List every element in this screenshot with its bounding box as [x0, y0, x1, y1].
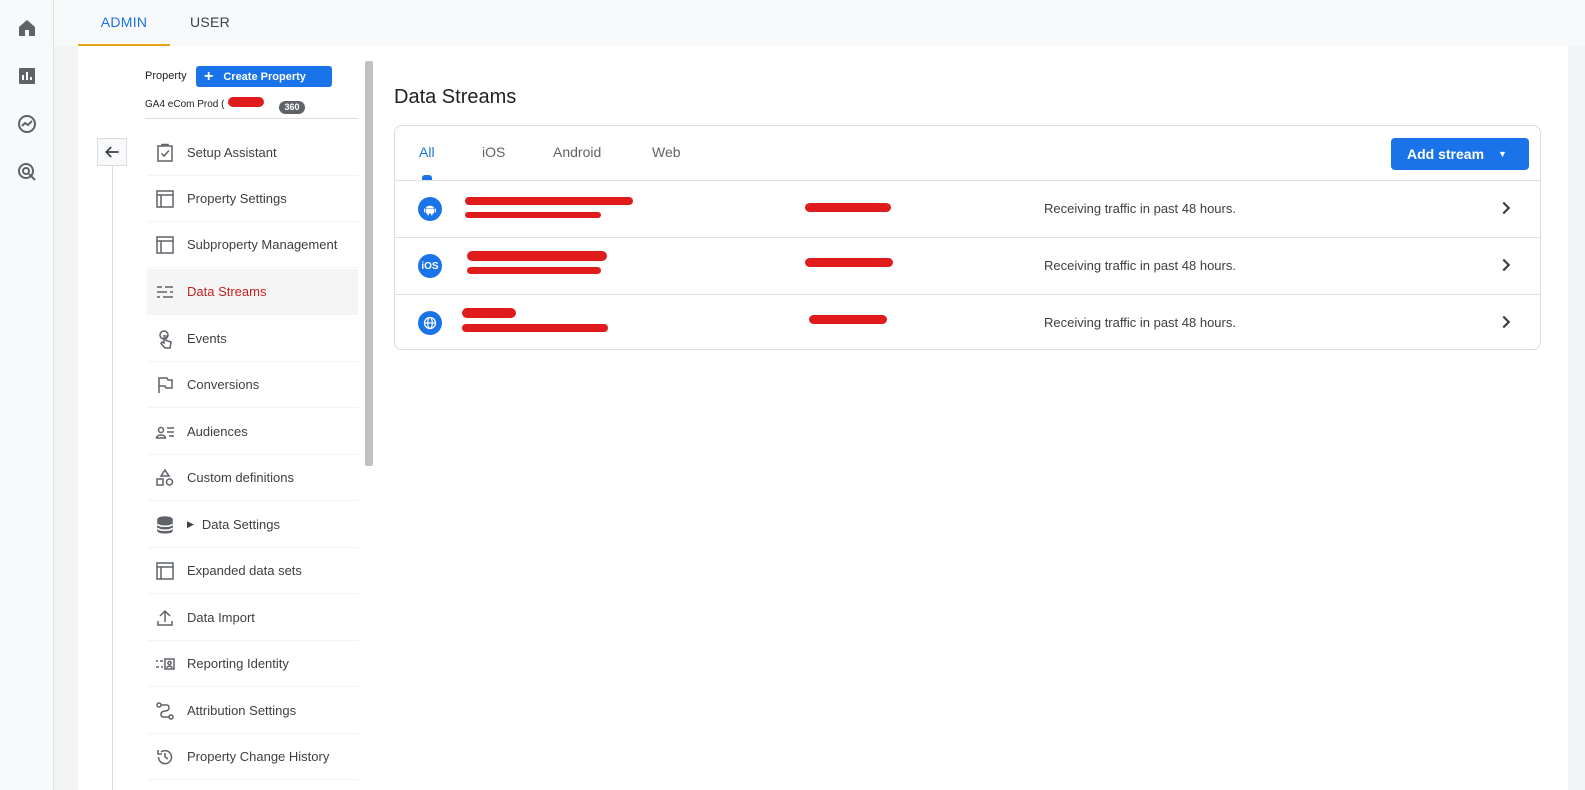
chevron-right-icon[interactable]	[1495, 254, 1517, 276]
history-icon	[155, 747, 175, 767]
panel-icon	[155, 189, 175, 209]
nav-reporting-identity[interactable]: Reporting Identity	[147, 641, 358, 687]
web-globe-icon	[418, 311, 442, 335]
nav-data-import[interactable]: Data Import	[147, 595, 358, 641]
nav-attribution-settings[interactable]: Attribution Settings	[147, 688, 358, 734]
create-property-label: Create Property	[223, 70, 306, 83]
tab-user[interactable]: USER	[170, 0, 250, 46]
redacted-stream-value	[809, 315, 887, 324]
tab-admin[interactable]: ADMIN	[78, 0, 170, 46]
property-badge-360: 360	[279, 101, 305, 114]
nav-subproperty-management[interactable]: Subproperty Management	[147, 222, 358, 268]
nav-setup-assistant[interactable]: Setup Assistant	[147, 130, 358, 176]
nav-events[interactable]: Events	[147, 316, 358, 362]
touch-icon	[155, 329, 175, 349]
tab-android[interactable]: Android	[553, 144, 601, 160]
add-stream-label: Add stream	[1407, 146, 1485, 162]
chevron-right-icon[interactable]	[1495, 311, 1517, 333]
redaction-mark	[228, 97, 264, 107]
nav-audiences[interactable]: Audiences	[147, 409, 358, 455]
nav-label: Events	[187, 331, 227, 346]
redacted-stream-id	[467, 267, 601, 274]
redacted-stream-name	[465, 197, 633, 205]
database-icon	[155, 515, 175, 535]
nav-label: Attribution Settings	[187, 703, 297, 718]
top-tabs: ADMIN USER	[54, 0, 1585, 46]
stream-row-web[interactable]: Receiving traffic in past 48 hours.	[395, 295, 1540, 351]
tab-web[interactable]: Web	[652, 144, 681, 160]
nav-conversions[interactable]: Conversions	[147, 362, 358, 408]
redacted-stream-value	[805, 203, 891, 212]
data-streams-card: All iOS Android Web Add stream ▼ Receivi…	[394, 125, 1541, 350]
redacted-stream-id	[465, 212, 601, 218]
page-title: Data Streams	[394, 86, 517, 108]
nav-label: Conversions	[187, 377, 260, 392]
nav-label: Property Settings	[187, 191, 287, 206]
nav-data-settings[interactable]: ▶ Data Settings	[147, 502, 358, 548]
explore-icon[interactable]	[15, 112, 39, 136]
nav-scrollbar[interactable]	[365, 61, 373, 466]
nav-connector-line	[112, 166, 113, 790]
home-icon[interactable]	[15, 16, 39, 40]
checklist-icon	[155, 143, 175, 163]
audience-icon	[155, 422, 175, 442]
back-button[interactable]	[97, 138, 127, 166]
stream-status: Receiving traffic in past 48 hours.	[1044, 315, 1236, 330]
tab-all[interactable]: All	[419, 144, 435, 160]
nav-data-streams[interactable]: Data Streams	[147, 269, 358, 315]
arrow-left-icon	[104, 146, 119, 158]
nav-property-change-history[interactable]: Property Change History	[147, 734, 358, 780]
shapes-icon	[155, 468, 175, 488]
tab-ios[interactable]: iOS	[482, 144, 505, 160]
upload-icon	[155, 608, 175, 628]
stream-row-android[interactable]: Receiving traffic in past 48 hours.	[395, 181, 1540, 237]
nav-label: Reporting Identity	[187, 656, 289, 671]
flag-icon	[155, 375, 175, 395]
expand-caret-icon[interactable]: ▶	[187, 519, 194, 530]
reports-icon[interactable]	[15, 64, 39, 88]
plus-icon: +	[204, 67, 214, 85]
stream-status: Receiving traffic in past 48 hours.	[1044, 258, 1236, 273]
nav-label: Data Settings	[201, 517, 280, 532]
left-rail	[0, 0, 54, 790]
nav-label: Property Change History	[187, 749, 330, 764]
panel-icon	[155, 235, 175, 255]
ios-icon-label: iOS	[421, 260, 439, 272]
panel-icon	[155, 561, 175, 581]
add-stream-button[interactable]: Add stream ▼	[1391, 138, 1529, 170]
streams-icon	[155, 282, 175, 302]
nav-custom-definitions[interactable]: Custom definitions	[147, 455, 358, 501]
identity-icon	[155, 654, 175, 674]
redacted-stream-name	[462, 308, 516, 318]
attribution-icon	[155, 701, 175, 721]
advertising-icon[interactable]	[15, 160, 39, 184]
nav-label: Subproperty Management	[187, 237, 338, 252]
nav-label: Data Import	[187, 610, 255, 625]
create-property-button[interactable]: + Create Property	[196, 66, 332, 87]
stream-status: Receiving traffic in past 48 hours.	[1044, 201, 1236, 216]
nav-expanded-data-sets[interactable]: Expanded data sets	[147, 548, 358, 594]
redacted-stream-id	[462, 324, 608, 332]
divider	[145, 118, 358, 119]
ios-icon: iOS	[418, 254, 442, 278]
property-label: Property	[145, 70, 187, 82]
nav-label: Expanded data sets	[187, 563, 302, 578]
stream-row-ios[interactable]: iOS Receiving traffic in past 48 hours.	[395, 238, 1540, 294]
nav-label: Data Streams	[187, 284, 267, 299]
redacted-stream-value	[805, 258, 893, 267]
dropdown-arrow-icon: ▼	[1498, 149, 1507, 159]
nav-label: Custom definitions	[187, 470, 294, 485]
android-icon	[418, 197, 442, 221]
nav-property-settings[interactable]: Property Settings	[147, 176, 358, 222]
property-name[interactable]: GA4 eCom Prod (	[145, 99, 224, 110]
chevron-right-icon[interactable]	[1495, 197, 1517, 219]
nav-label: Audiences	[187, 424, 248, 439]
nav-label: Setup Assistant	[187, 145, 277, 160]
redacted-stream-name	[467, 251, 607, 261]
